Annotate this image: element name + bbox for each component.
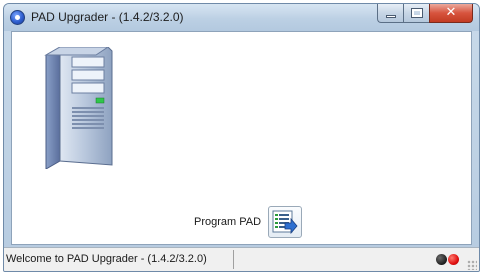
- minimize-icon: [386, 15, 396, 18]
- resize-grip[interactable]: [467, 260, 477, 270]
- status-bar: Welcome to PAD Upgrader - (1.4.2/3.2.0): [4, 247, 479, 271]
- maximize-button[interactable]: [403, 4, 429, 23]
- title-bar[interactable]: PAD Upgrader - (1.4.2/3.2.0) ✕: [4, 4, 479, 31]
- window-title: PAD Upgrader - (1.4.2/3.2.0): [31, 10, 184, 24]
- main-panel: Program PAD: [11, 31, 472, 245]
- program-pad-button[interactable]: [268, 206, 302, 238]
- close-icon: ✕: [445, 5, 457, 20]
- close-button[interactable]: ✕: [429, 4, 473, 23]
- app-icon[interactable]: [10, 10, 25, 25]
- maximize-icon: [411, 8, 423, 18]
- program-pad-label: Program PAD: [194, 216, 262, 228]
- dark-led-icon: [436, 254, 447, 265]
- caption-buttons: ✕: [377, 4, 473, 24]
- server-tower-icon: [44, 47, 113, 169]
- minimize-button[interactable]: [377, 4, 403, 23]
- red-led-icon: [448, 254, 459, 265]
- app-window: PAD Upgrader - (1.4.2/3.2.0) ✕ Program P…: [3, 3, 480, 272]
- status-message: Welcome to PAD Upgrader - (1.4.2/3.2.0): [6, 253, 207, 265]
- status-indicators: [436, 254, 459, 265]
- status-divider: [233, 250, 234, 269]
- program-list-arrow-icon: [272, 210, 298, 234]
